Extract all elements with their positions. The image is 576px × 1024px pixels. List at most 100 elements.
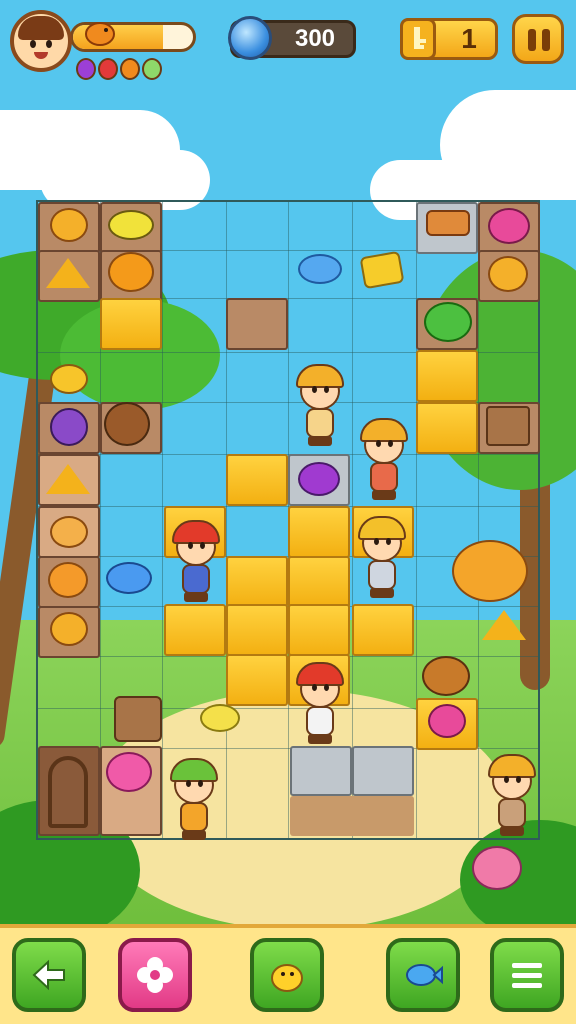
menu-button[interactable] <box>490 938 564 1012</box>
board-tile[interactable] <box>226 298 288 350</box>
back-arrow-icon <box>32 959 65 991</box>
character-hooded[interactable] <box>484 752 540 840</box>
raspberry-icon[interactable] <box>428 704 466 738</box>
character-hat <box>172 520 220 544</box>
anchor-icon[interactable] <box>48 756 88 828</box>
character-body <box>368 560 396 590</box>
wooden-crate-icon[interactable] <box>486 406 530 446</box>
fish-button[interactable] <box>386 938 460 1012</box>
character-eye <box>324 684 329 691</box>
character-body <box>180 802 208 832</box>
character-body <box>182 564 210 594</box>
player-avatar-icon[interactable] <box>10 10 72 72</box>
green-gem-icon[interactable] <box>424 302 472 342</box>
character-green-helmet[interactable] <box>166 756 222 844</box>
board-tile[interactable] <box>416 350 478 402</box>
chick-icon <box>271 964 303 992</box>
life-orb-icon <box>120 58 140 80</box>
avatar-mouth <box>34 52 48 59</box>
brown-block-icon[interactable] <box>426 210 470 236</box>
life-orb-icon <box>76 58 96 80</box>
character-eye <box>200 542 205 549</box>
orange-dog-icon[interactable] <box>452 540 528 602</box>
board-tile[interactable] <box>416 402 478 454</box>
character-body <box>306 408 334 438</box>
board-tile[interactable] <box>226 556 288 608</box>
baby-creature-icon[interactable] <box>50 516 88 548</box>
board-tile[interactable] <box>288 604 350 656</box>
fish-creature-icon[interactable] <box>108 210 154 240</box>
board-tile[interactable] <box>226 604 288 656</box>
board-tile[interactable] <box>288 506 350 558</box>
character-eye <box>188 542 193 549</box>
board-tile[interactable] <box>288 556 350 608</box>
blue-fish-icon[interactable] <box>106 562 152 594</box>
life-orbs <box>76 58 162 80</box>
pink-flower-icon[interactable] <box>472 846 522 890</box>
monkey-creature-icon[interactable] <box>48 562 88 598</box>
gem-count: 300 <box>294 25 336 52</box>
board-tile <box>290 796 414 836</box>
character-legs <box>308 734 332 744</box>
character-eye <box>374 538 379 545</box>
life-orb-icon <box>142 58 162 80</box>
chick-icon[interactable] <box>50 364 88 394</box>
fish-icon <box>406 964 443 986</box>
character-hat <box>488 754 536 778</box>
character-body <box>306 706 334 736</box>
board-tile[interactable] <box>100 298 162 350</box>
character-red-cap[interactable] <box>168 518 224 606</box>
game-scene: 300 1 <box>0 0 576 1024</box>
purple-ring-icon[interactable] <box>298 462 340 496</box>
yellow-bird-icon[interactable] <box>200 704 240 732</box>
bear-creature-icon[interactable] <box>50 208 88 242</box>
character-eye <box>388 440 393 447</box>
avatar-eye <box>30 40 36 48</box>
character-red-cap[interactable] <box>292 660 348 748</box>
brown-monkey-icon[interactable] <box>422 656 470 696</box>
chick-button[interactable] <box>250 938 324 1012</box>
character-legs <box>184 592 208 602</box>
bear-creature-icon[interactable] <box>488 256 528 292</box>
character-yellow-hood[interactable] <box>292 362 348 450</box>
character-body <box>370 462 398 492</box>
hud: 300 1 <box>0 0 576 90</box>
pause-button[interactable] <box>512 14 564 64</box>
blue-gem-icon <box>228 16 272 60</box>
character-grey-mask[interactable] <box>354 514 410 602</box>
board-tile[interactable] <box>290 746 352 796</box>
life-orb-icon <box>98 58 118 80</box>
raspberry-icon[interactable] <box>488 208 530 244</box>
bird-badge-icon <box>85 22 115 46</box>
character-body <box>498 798 526 828</box>
brown-creature-icon[interactable] <box>104 402 150 446</box>
eggplant-icon[interactable] <box>50 408 88 446</box>
character-hat <box>360 418 408 442</box>
character-legs <box>370 588 394 598</box>
ginger-creature-icon[interactable] <box>108 252 154 292</box>
wooden-barrel-icon[interactable] <box>114 696 162 742</box>
character-eye <box>312 684 317 691</box>
character-hat <box>296 364 344 388</box>
character-rainbow[interactable] <box>356 416 412 504</box>
key-icon <box>400 18 436 60</box>
cheese-icon[interactable] <box>46 464 90 494</box>
character-hat <box>358 516 406 540</box>
board-tile[interactable] <box>226 454 288 506</box>
blue-slime-icon[interactable] <box>298 254 342 284</box>
pink-candy-icon[interactable] <box>106 752 152 792</box>
board-tile[interactable] <box>226 654 288 706</box>
cheese-icon[interactable] <box>46 258 90 288</box>
bear-creature-icon[interactable] <box>50 612 88 646</box>
back-button[interactable] <box>12 938 86 1012</box>
board-tile[interactable] <box>352 746 414 796</box>
cheese-icon[interactable] <box>482 610 526 640</box>
character-legs <box>500 826 524 836</box>
character-eye <box>186 780 191 787</box>
character-legs <box>372 490 396 500</box>
board-tile[interactable] <box>352 604 414 656</box>
character-hat <box>296 662 344 686</box>
flower-button[interactable] <box>118 938 192 1012</box>
cheese-wedge-icon[interactable] <box>359 250 405 290</box>
board-tile[interactable] <box>164 604 226 656</box>
